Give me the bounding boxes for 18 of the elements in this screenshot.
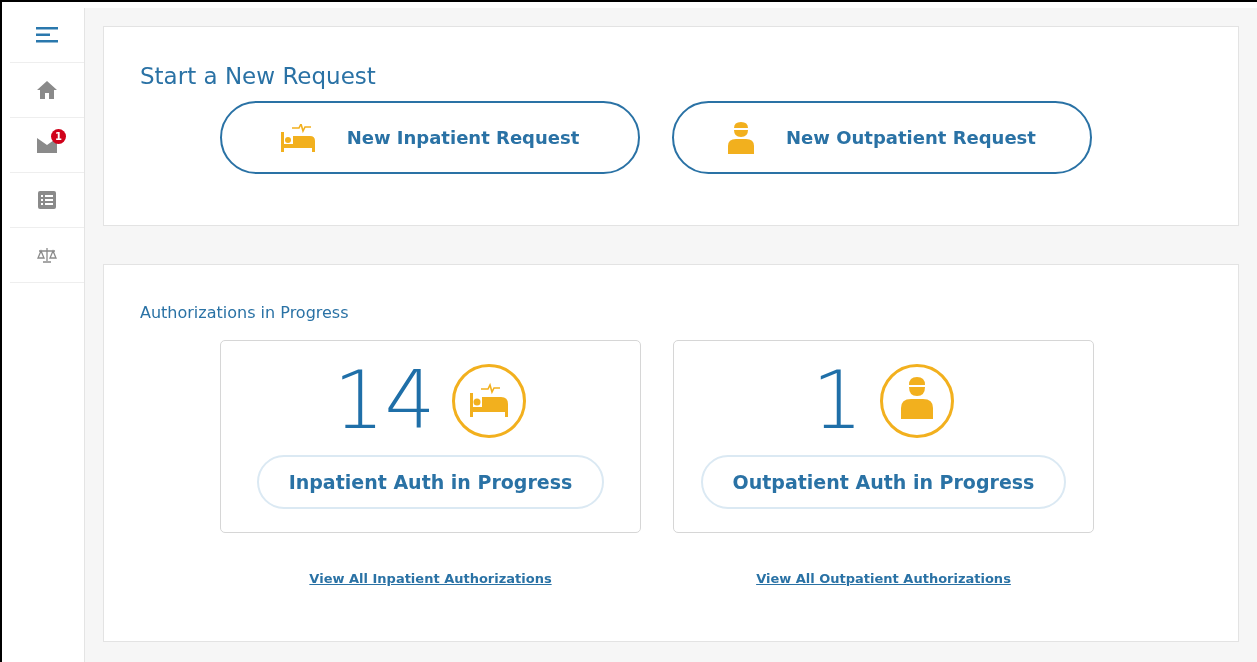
section-title: Start a New Request	[140, 63, 377, 89]
view-all-link[interactable]: View All Outpatient Authorizations	[756, 571, 1011, 586]
section-title: Authorizations in Progress	[140, 303, 350, 322]
count-number: 1	[812, 361, 863, 441]
bed-icon	[451, 363, 528, 439]
scale-icon[interactable]	[37, 247, 57, 263]
list-icon[interactable]	[38, 191, 56, 209]
count-number: 14	[333, 361, 436, 441]
home-icon[interactable]	[37, 81, 57, 99]
new-request-button[interactable]: New Outpatient Request	[672, 101, 1092, 174]
view-all-link[interactable]: View All Inpatient Authorizations	[309, 571, 552, 586]
notification-badge: 1	[51, 128, 66, 144]
new-request-button[interactable]: New Inpatient Request	[220, 101, 640, 174]
auth-status-button[interactable]: Inpatient Auth in Progress	[256, 455, 605, 509]
bed-icon	[280, 123, 315, 152]
menu-icon[interactable]	[36, 27, 58, 43]
auth-status-button[interactable]: Outpatient Auth in Progress	[700, 455, 1067, 509]
envelope-icon[interactable]	[37, 137, 57, 153]
